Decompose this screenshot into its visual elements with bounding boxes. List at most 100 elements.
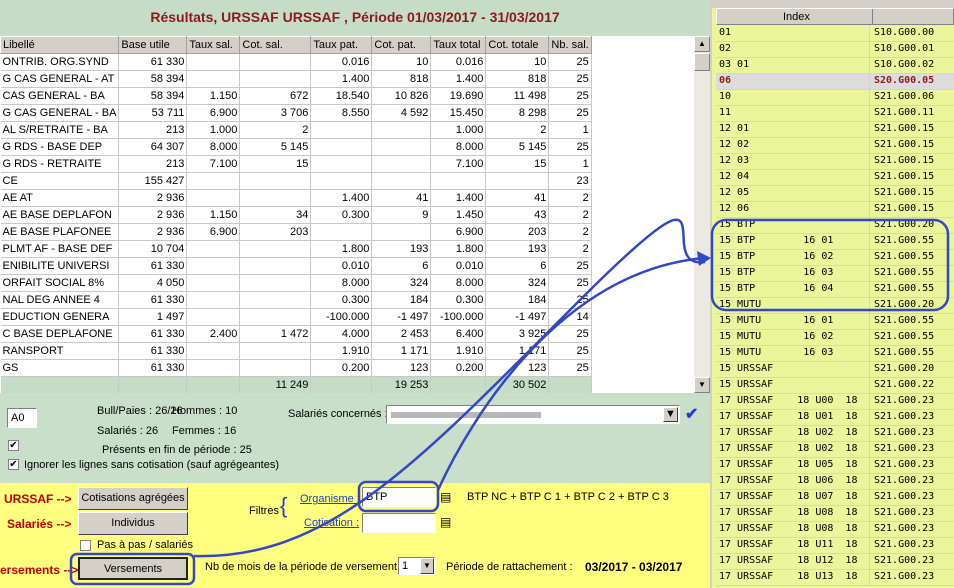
table-row[interactable]: C BASE DEPLAFONE 61 330 2.400 1 472 4.000 2 4… bbox=[0, 325, 592, 343]
grid-scrollbar[interactable]: ▲ ▼ bbox=[694, 36, 710, 393]
validate-check-icon[interactable]: ✔ bbox=[685, 404, 698, 424]
scroll-up-icon[interactable]: ▲ bbox=[694, 36, 710, 52]
table-row[interactable]: G CAS GENERAL - BA 53 711 6.900 3 706 8.550 4… bbox=[0, 104, 592, 122]
table-cell bbox=[239, 291, 312, 309]
index-row[interactable]: 15 BTP 16 04 S21.G00.55 bbox=[716, 282, 954, 298]
table-row[interactable]: G RDS - RETRAITE 213 7.100 15 7.100 15 1 bbox=[0, 155, 592, 173]
column-header[interactable]: Taux total bbox=[430, 36, 487, 54]
table-row[interactable]: G CAS GENERAL - AT 58 394 1.400 818 1.400 818… bbox=[0, 70, 592, 88]
table-row[interactable]: AL S/RETRAITE - BA 213 1.000 2 1.000 2 1 bbox=[0, 121, 592, 139]
table-row[interactable]: EDUCTION GENERA 1 497 -100.000 -1 497 -100.0… bbox=[0, 308, 592, 326]
table-row[interactable]: RANSPORT 61 330 1.910 1 171 1.910 1 171 25 bbox=[0, 342, 592, 360]
index-row[interactable]: 10 S21.G00.06 bbox=[716, 90, 954, 106]
individus-button[interactable]: Individus bbox=[78, 512, 188, 535]
column-header[interactable]: Cot. sal. bbox=[239, 36, 312, 54]
table-row[interactable]: ORFAIT SOCIAL 8% 4 050 8.000 324 8.000 324 25 bbox=[0, 274, 592, 292]
index-row[interactable]: 12 04 S21.G00.15 bbox=[716, 170, 954, 186]
column-divider bbox=[869, 234, 870, 250]
index-row[interactable]: 11 S21.G00.11 bbox=[716, 106, 954, 122]
index-row[interactable]: 15 URSSAF S21.G00.20 bbox=[716, 362, 954, 378]
checkbox-ignorer[interactable]: ✔ bbox=[8, 459, 19, 470]
index-row[interactable]: 12 03 S21.G00.15 bbox=[716, 154, 954, 170]
table-row[interactable]: AE AT 2 936 1.400 41 1.400 41 2 bbox=[0, 189, 592, 207]
lookup-cotisation-icon[interactable]: ▤ bbox=[440, 515, 451, 529]
index-row[interactable]: 17 URSSAF 18 U06 18 S21.G00.23 bbox=[716, 474, 954, 490]
index-row[interactable]: 17 URSSAF 18 U13 18 S21.G00.23 bbox=[716, 570, 954, 586]
index-row[interactable]: 01 S10.G00.00 bbox=[716, 26, 954, 42]
organisme-input[interactable] bbox=[362, 487, 436, 507]
table-cell: 213 bbox=[118, 121, 188, 139]
index-row[interactable]: 02 S10.G00.01 bbox=[716, 42, 954, 58]
table-row[interactable]: ENIBILITE UNIVERSI 61 330 0.010 6 0.010 6 25 bbox=[0, 257, 592, 275]
versements-button[interactable]: Versements bbox=[78, 557, 188, 580]
column-divider bbox=[869, 74, 870, 90]
lookup-organisme-icon[interactable]: ▤ bbox=[440, 490, 451, 504]
checkbox-pas-a-pas[interactable] bbox=[80, 540, 91, 551]
table-row[interactable]: GS 61 330 0.200 123 0.200 123 25 bbox=[0, 359, 592, 377]
index-list[interactable]: 01 S10.G00.00 02 S10.G00.01 03 01 S10.G00.02 0… bbox=[716, 26, 954, 588]
table-row[interactable]: ONTRIB. ORG.SYND 61 330 0.016 10 0.016 10 25 bbox=[0, 53, 592, 71]
table-cell: 4 050 bbox=[118, 274, 188, 292]
cotisations-agregees-button[interactable]: Cotisations agrégées bbox=[78, 487, 188, 510]
scroll-down-icon[interactable]: ▼ bbox=[694, 377, 710, 393]
index-row[interactable]: 12 01 S21.G00.15 bbox=[716, 122, 954, 138]
table-cell: G RDS - RETRAITE bbox=[0, 155, 120, 173]
index-row[interactable]: 15 URSSAF S21.G00.22 bbox=[716, 378, 954, 394]
index-row[interactable]: 12 06 S21.G00.15 bbox=[716, 202, 954, 218]
index-row[interactable]: 15 BTP 16 01 S21.G00.55 bbox=[716, 234, 954, 250]
index-row[interactable]: 17 URSSAF 18 U01 18 S21.G00.23 bbox=[716, 410, 954, 426]
summary-section: Bull/Paies : 26/26 Hommes : 10 Salariés … bbox=[0, 395, 710, 485]
index-row[interactable]: 17 URSSAF 18 U12 18 S21.G00.23 bbox=[716, 554, 954, 570]
code-input[interactable] bbox=[7, 408, 37, 428]
index-key: 01 bbox=[719, 27, 732, 38]
index-row[interactable]: 15 BTP 16 02 S21.G00.55 bbox=[716, 250, 954, 266]
column-header[interactable]: Base utile bbox=[118, 36, 188, 54]
index-row[interactable]: 12 05 S21.G00.15 bbox=[716, 186, 954, 202]
index-row[interactable]: 12 02 S21.G00.15 bbox=[716, 138, 954, 154]
index-row[interactable]: 15 BTP 16 03 S21.G00.55 bbox=[716, 266, 954, 282]
salaries-concernes-select[interactable]: ▼ bbox=[386, 405, 680, 424]
cotisation-input[interactable] bbox=[362, 513, 436, 533]
table-row[interactable]: AE BASE DEPLAFON 2 936 1.150 34 0.300 9 1.450 4… bbox=[0, 206, 592, 224]
table-row[interactable]: NAL DEG ANNEE 4 61 330 0.300 184 0.300 184 25 bbox=[0, 291, 592, 309]
index-row[interactable]: 15 MUTU 16 02 S21.G00.55 bbox=[716, 330, 954, 346]
index-row[interactable]: 17 URSSAF 18 U02 18 S21.G00.23 bbox=[716, 426, 954, 442]
table-cell: -1 497 bbox=[371, 308, 432, 326]
checkbox-presents[interactable]: ✔ bbox=[8, 440, 19, 451]
index-row[interactable]: 03 01 S10.G00.02 bbox=[716, 58, 954, 74]
table-cell: 1 171 bbox=[371, 342, 432, 360]
table-row[interactable]: PLMT AF - BASE DEF 10 704 1.800 193 1.800 193… bbox=[0, 240, 592, 258]
index-key: 12 05 bbox=[719, 187, 750, 198]
index-row[interactable]: 17 URSSAF 18 U02 18 S21.G00.23 bbox=[716, 442, 954, 458]
index-row[interactable]: 17 URSSAF 18 U07 18 S21.G00.23 bbox=[716, 490, 954, 506]
column-header[interactable]: Taux sal. bbox=[186, 36, 241, 54]
table-row[interactable]: CAS GENERAL - BA 58 394 1.150 672 18.540 10 8… bbox=[0, 87, 592, 105]
index-row[interactable]: 17 URSSAF 18 U08 18 S21.G00.23 bbox=[716, 522, 954, 538]
index-code: S21.G00.23 bbox=[874, 523, 935, 534]
index-row[interactable]: 17 URSSAF 18 U11 18 S21.G00.23 bbox=[716, 538, 954, 554]
column-header[interactable]: Cot. totale bbox=[485, 36, 550, 54]
nb-mois-select[interactable]: 1 ▼ bbox=[398, 557, 435, 575]
table-cell: 25 bbox=[548, 104, 592, 122]
scroll-thumb[interactable] bbox=[694, 53, 710, 71]
column-header[interactable]: Taux pat. bbox=[310, 36, 373, 54]
table-cell: 213 bbox=[118, 155, 188, 173]
index-row[interactable]: 06 S20.G00.05 bbox=[716, 74, 954, 90]
column-header[interactable]: Libellé bbox=[0, 36, 120, 54]
index-row[interactable]: 17 URSSAF 18 U00 18 S21.G00.23 bbox=[716, 394, 954, 410]
column-header[interactable]: Cot. pat. bbox=[371, 36, 432, 54]
table-cell: 8 298 bbox=[485, 104, 550, 122]
table-row[interactable]: CE 155 427 23 bbox=[0, 172, 592, 190]
table-row[interactable]: AE BASE PLAFONEE 2 936 6.900 203 6.900 203 2 bbox=[0, 223, 592, 241]
index-row[interactable]: 15 MUTU S21.G00.20 bbox=[716, 298, 954, 314]
index-row[interactable]: 15 BTP S21.G00.20 bbox=[716, 218, 954, 234]
index-row[interactable]: 17 URSSAF 18 U08 18 S21.G00.23 bbox=[716, 506, 954, 522]
chevron-down-icon[interactable]: ▼ bbox=[663, 407, 678, 422]
chevron-down-icon[interactable]: ▼ bbox=[420, 558, 434, 574]
table-row[interactable]: G RDS - BASE DEP 64 307 8.000 5 145 8.000 5 1… bbox=[0, 138, 592, 156]
index-row[interactable]: 17 URSSAF 18 U05 18 S21.G00.23 bbox=[716, 458, 954, 474]
column-header[interactable]: Nb. sal. bbox=[548, 36, 592, 54]
index-row[interactable]: 15 MUTU 16 03 S21.G00.55 bbox=[716, 346, 954, 362]
index-code: S21.G00.55 bbox=[874, 251, 935, 262]
index-row[interactable]: 15 MUTU 16 01 S21.G00.55 bbox=[716, 314, 954, 330]
